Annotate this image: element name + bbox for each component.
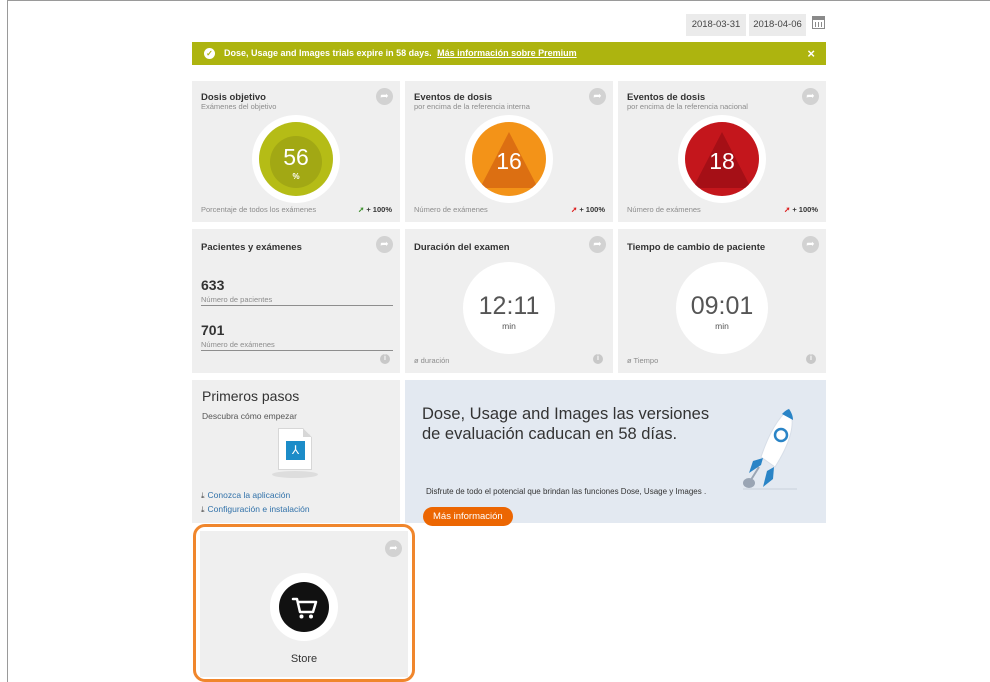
trend-value: + 100%	[579, 205, 605, 214]
promo-text: Disfrute de todo el potencial que brinda…	[426, 487, 707, 496]
patients-label: Número de pacientes	[201, 295, 273, 304]
trend-badge: ➚ + 100%	[571, 205, 605, 214]
window-frame-top	[7, 0, 990, 1]
tile-target-dose[interactable]: Dosis objetivo Exámenes del objetivo ➦ 5…	[192, 81, 400, 222]
promo-heading: Dose, Usage and Images las versiones de …	[422, 405, 710, 443]
exams-value: 701	[201, 322, 225, 338]
tile-footer: Número de exámenes	[627, 205, 701, 214]
change-time: 09:01	[690, 292, 754, 320]
duration-time: 12:11	[478, 292, 540, 320]
store-circle	[270, 573, 338, 641]
trial-banner: ✓ Dose, Usage and Images trials expire i…	[192, 42, 826, 65]
premium-promo-panel: Dose, Usage and Images las versiones de …	[405, 380, 826, 526]
getting-started-subtitle: Descubra cómo empezar	[202, 411, 297, 421]
window-frame-left	[7, 0, 8, 682]
date-to-field[interactable]: 2018-04-06	[749, 14, 806, 36]
setup-install-label: Configuración e instalación	[207, 504, 310, 514]
trend-badge: ➚ + 100%	[784, 205, 818, 214]
tile-title: Tiempo de cambio de paciente	[627, 242, 766, 253]
trend-value: + 100%	[366, 205, 392, 214]
info-icon[interactable]: i	[593, 354, 603, 364]
share-arrow-icon[interactable]: ➦	[589, 88, 606, 105]
trend-up-icon: ➚	[571, 205, 578, 214]
trend-up-icon: ➚	[358, 205, 365, 214]
setup-install-link[interactable]: ⤓ Configuración e instalación	[201, 504, 310, 515]
tile-subtitle: Exámenes del objetivo	[201, 102, 277, 111]
target-dose-unit: %	[292, 172, 300, 181]
dose-events-ring: 16	[465, 115, 553, 203]
patients-value: 633	[201, 277, 225, 293]
dose-ring: 56 %	[252, 115, 340, 203]
check-icon: ✓	[204, 48, 215, 59]
share-arrow-icon[interactable]: ➦	[589, 236, 606, 253]
change-unit: min	[715, 321, 729, 331]
learn-app-label: Conozca la aplicación	[207, 490, 291, 500]
pdf-logo: ⅄	[286, 441, 305, 460]
getting-started-title: Primeros pasos	[202, 388, 300, 404]
dose-events-internal-value: 16	[496, 148, 522, 174]
tile-title: Pacientes y exámenes	[201, 242, 302, 253]
share-arrow-icon[interactable]: ➦	[802, 236, 819, 253]
tile-patients-exams[interactable]: Pacientes y exámenes ➦ 633 Número de pac…	[192, 229, 400, 373]
trend-badge: ➚ + 100%	[358, 205, 392, 214]
download-icon: ⤓	[201, 505, 205, 514]
tile-title: Duración del examen	[414, 242, 510, 253]
store-highlight: ➦ Store	[193, 524, 415, 682]
tile-dose-events-internal[interactable]: Eventos de dosis por encima de la refere…	[405, 81, 613, 222]
pdf-document-icon[interactable]: ⅄	[278, 428, 312, 470]
trend-up-icon: ➚	[784, 205, 791, 214]
share-arrow-icon[interactable]: ➦	[802, 88, 819, 105]
share-arrow-icon[interactable]: ➦	[376, 236, 393, 253]
rocket-icon	[743, 408, 797, 490]
tile-footer: Porcentaje de todos los exámenes	[201, 205, 317, 214]
tile-exam-duration[interactable]: Duración del examen ➦ 12:11 min ø duraci…	[405, 229, 613, 373]
premium-info-link[interactable]: Más información sobre Premium	[437, 48, 577, 58]
pdf-shadow	[272, 471, 318, 478]
store-icon-bg	[279, 582, 329, 632]
info-icon[interactable]: i	[380, 354, 390, 364]
duration-unit: min	[502, 321, 516, 331]
dose-events-national-value: 18	[709, 148, 735, 174]
calendar-icon[interactable]	[812, 16, 825, 29]
close-icon[interactable]: ×	[807, 42, 815, 65]
banner-message: Dose, Usage and Images trials expire in …	[224, 48, 432, 58]
tile-getting-started: Primeros pasos Descubra cómo empezar ⅄ ⤓…	[192, 380, 400, 523]
info-icon[interactable]: i	[806, 354, 816, 364]
tile-patient-change[interactable]: Tiempo de cambio de paciente ➦ 09:01 min…	[618, 229, 826, 373]
exams-label: Número de exámenes	[201, 340, 275, 349]
store-label: Store	[290, 653, 318, 665]
learn-app-link[interactable]: ⤓ Conozca la aplicación	[201, 490, 290, 501]
tile-dose-events-national[interactable]: Eventos de dosis por encima de la refere…	[618, 81, 826, 222]
tile-subtitle: por encima de la referencia nacional	[627, 102, 748, 111]
tile-footer: ø Tiempo	[627, 356, 659, 365]
shopping-cart-icon	[291, 597, 318, 619]
trend-value: + 100%	[792, 205, 818, 214]
duration-clock: 12:11 min	[463, 262, 555, 354]
tile-subtitle: por encima de la referencia interna	[414, 102, 530, 111]
date-from-field[interactable]: 2018-03-31	[686, 14, 746, 36]
tile-footer: ø duración	[414, 356, 450, 365]
banner-message-wrap: Dose, Usage and Images trials expire in …	[224, 42, 577, 65]
share-arrow-icon[interactable]: ➦	[376, 88, 393, 105]
tile-footer: Número de exámenes	[414, 205, 488, 214]
target-dose-value: 56	[283, 144, 309, 170]
change-clock: 09:01 min	[676, 262, 768, 354]
share-arrow-icon[interactable]: ➦	[385, 540, 402, 557]
tile-store[interactable]: ➦ Store	[200, 531, 408, 677]
dose-events-ring: 18	[678, 115, 766, 203]
download-icon: ⤓	[201, 491, 205, 500]
patients-count: 633 Número de pacientes	[201, 277, 393, 306]
more-info-button[interactable]: Más información	[423, 507, 513, 526]
exams-count: 701 Número de exámenes	[201, 322, 393, 351]
